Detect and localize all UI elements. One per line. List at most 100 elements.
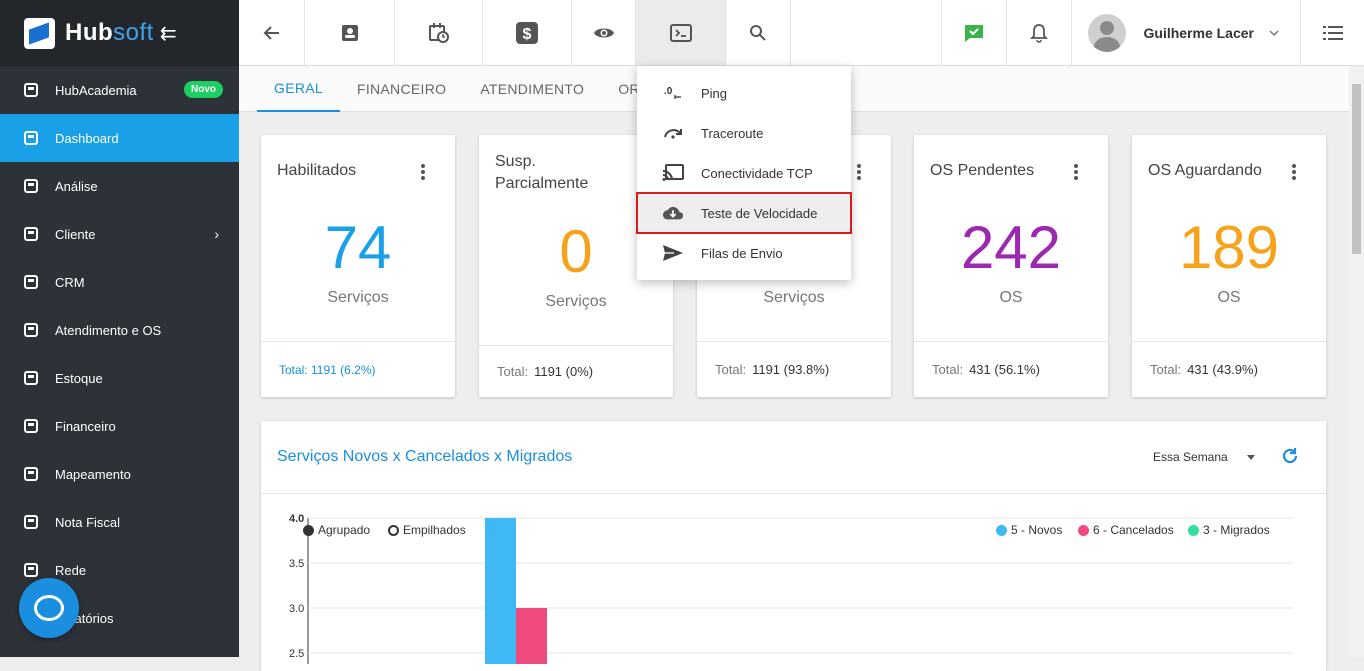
radio-unselected-icon [388, 524, 399, 536]
financial-button[interactable]: $ [483, 0, 572, 65]
traceroute-icon [662, 124, 684, 142]
sidebar-item-mapeamento[interactable]: Mapeamento [0, 450, 239, 498]
more-vert-icon[interactable] [421, 164, 425, 180]
network-icon [24, 563, 38, 577]
card-footer: Total: 431 (56.1%) [914, 341, 1108, 397]
card-footer: Total: 1191 (6.2%) [261, 341, 455, 397]
list-menu-button[interactable] [1301, 0, 1364, 65]
sidebar-item-hubacademia[interactable]: HubAcademia Novo [0, 66, 239, 114]
tab-atendimento[interactable]: ATENDIMENTO [463, 66, 601, 112]
more-vert-icon[interactable] [857, 164, 861, 180]
bell-icon [1029, 23, 1048, 43]
chart-title: Serviços Novos x Cancelados x Migrados [277, 448, 573, 465]
card-title: OS Aguardando [1148, 162, 1262, 179]
menu-item-traceroute[interactable]: Traceroute [637, 113, 851, 153]
mode-label: Empilhados [403, 523, 466, 537]
legend-item[interactable]: 3 - Migrados [1188, 523, 1270, 537]
contact-card-icon [341, 24, 358, 41]
cloud-download-icon [662, 204, 684, 222]
stat-card: Habilitados 74 Serviços Total: 1191 (6.2%) [261, 135, 455, 397]
legend-item[interactable]: 6 - Cancelados [1078, 523, 1174, 537]
bar-5-novos[interactable] [485, 518, 516, 664]
crm-icon [24, 275, 38, 289]
sidebar-item-label: Cliente [55, 226, 96, 242]
chat-icon [34, 595, 64, 621]
sidebar-item-atendimento-e-os[interactable]: Atendimento e OS [0, 306, 239, 354]
period-select[interactable]: Essa Semana [1153, 450, 1228, 464]
client-button[interactable] [305, 0, 395, 65]
sidebar-item-label: Financeiro [55, 418, 116, 434]
card-total-label[interactable]: Total: 1191 (6.2%) [279, 363, 376, 377]
card-total-value: 1191 (93.8%) [752, 362, 830, 377]
card-total-value: 431 (43.9%) [1187, 362, 1258, 377]
search-button[interactable] [726, 0, 791, 65]
card-footer: Total: 1191 (93.8%) [697, 341, 891, 397]
invoice-icon [24, 515, 38, 529]
sidebar-item-análise[interactable]: Análise [0, 162, 239, 210]
user-menu[interactable]: Guilherme Lacer [1072, 0, 1301, 65]
sidebar-item-nota-fiscal[interactable]: Nota Fiscal [0, 498, 239, 546]
menu-item-teste-de-velocidade[interactable]: Teste de Velocidade [636, 192, 852, 234]
mode-label: Agrupado [318, 523, 371, 537]
svg-text:$: $ [523, 26, 532, 43]
scrollbar-thumb[interactable] [1352, 84, 1361, 254]
legend-item[interactable]: 5 - Novos [996, 523, 1062, 537]
user-name: Guilherme Lacer [1143, 24, 1255, 41]
menu-item-ping[interactable]: .0 Ping [637, 73, 851, 113]
notifications-button[interactable] [1007, 0, 1072, 65]
ping-icon: .0 [662, 84, 684, 102]
view-button[interactable] [572, 0, 636, 65]
caret-down-icon[interactable] [1247, 455, 1255, 460]
box-icon [24, 371, 38, 385]
stat-card: OS Pendentes 242 OS Total: 431 (56.1%) [914, 135, 1108, 397]
menu-item-label: Filas de Envio [701, 245, 783, 261]
topbar: $ Guilherme Lacer [239, 0, 1364, 66]
sidebar-item-label: Nota Fiscal [55, 514, 121, 530]
sidebar-item-crm[interactable]: CRM [0, 258, 239, 306]
collapse-sidebar-icon[interactable]: ⇇ [160, 21, 177, 46]
menu-item-label: Teste de Velocidade [701, 205, 818, 221]
refresh-icon[interactable] [1281, 447, 1299, 465]
card-total-label: Total: [932, 362, 964, 377]
scrollbar[interactable] [1349, 66, 1364, 657]
sidebar-item-label: Atendimento e OS [55, 322, 162, 338]
mode-option-agrupado[interactable]: Agrupado [303, 523, 370, 537]
card-total-value: 431 (56.1%) [969, 362, 1040, 377]
services-chart-card: Serviços Novos x Cancelados x Migrados E… [261, 421, 1326, 671]
terminal-button[interactable] [636, 0, 726, 65]
card-unit: Serviços [327, 289, 389, 306]
cast-icon [662, 164, 684, 182]
y-tick-label: 3.0 [289, 603, 304, 615]
menu-item-conectividade-tcp[interactable]: Conectividade TCP [637, 153, 851, 193]
card-value: 74 [324, 214, 392, 281]
tab-financeiro[interactable]: FINANCEIRO [340, 66, 463, 112]
legend-swatch [996, 524, 1007, 536]
sidebar-item-label: Mapeamento [55, 466, 131, 482]
more-vert-icon[interactable] [1292, 164, 1296, 180]
bar-6-cancelados[interactable] [516, 608, 547, 664]
card-title: Susp. Parcialmente [495, 153, 589, 192]
sidebar-item-label: HubAcademia [55, 82, 137, 98]
tab-geral[interactable]: GERAL [257, 66, 340, 112]
back-button[interactable] [239, 0, 305, 65]
hubsoft-logo-icon [24, 17, 55, 49]
messages-button[interactable] [940, 0, 1007, 65]
sidebar-item-dashboard[interactable]: Dashboard [0, 114, 239, 162]
card-title: Habilitados [277, 162, 357, 179]
more-vert-icon[interactable] [1074, 164, 1078, 180]
svg-text:.0: .0 [664, 86, 673, 97]
menu-item-filas-de-envio[interactable]: Filas de Envio [637, 233, 851, 273]
legend-swatch [1078, 524, 1089, 536]
chat-button[interactable] [19, 578, 79, 638]
send-icon [662, 244, 684, 262]
mode-option-empilhados[interactable]: Empilhados [388, 523, 466, 537]
sidebar-item-cliente[interactable]: Cliente › [0, 210, 239, 258]
sidebar-item-label: Análise [55, 178, 98, 194]
schedule-button[interactable] [395, 0, 483, 65]
sidebar-item-label: Estoque [55, 370, 103, 386]
sidebar-item-financeiro[interactable]: Financeiro [0, 402, 239, 450]
sidebar-item-estoque[interactable]: Estoque [0, 354, 239, 402]
stat-card: OS Aguardando 189 OS Total: 431 (43.9%) [1132, 135, 1326, 397]
chevron-down-icon [1269, 29, 1279, 36]
legend-label: 3 - Migrados [1203, 523, 1270, 537]
